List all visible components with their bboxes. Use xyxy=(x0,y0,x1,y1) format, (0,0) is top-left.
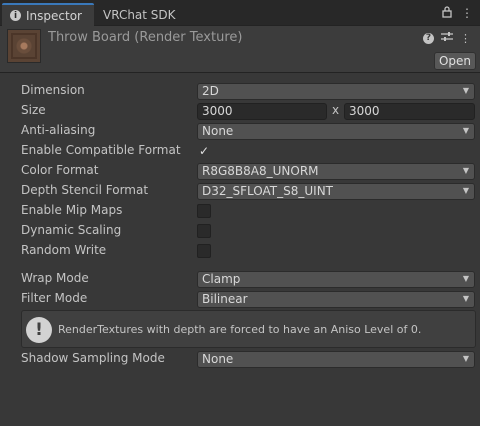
filter-mode-row: Filter Mode Bilinear xyxy=(21,290,476,308)
size-height-input[interactable]: 3000 xyxy=(344,102,475,120)
inspector-header: Throw Board (Render Texture) ? ⋮ Open xyxy=(0,26,480,73)
dimension-label: Dimension xyxy=(21,83,85,97)
depth-stencil-row: Depth Stencil Format D32_SFLOAT_S8_UINT xyxy=(21,182,476,200)
mip-maps-row: Enable Mip Maps xyxy=(21,202,476,220)
more-icon[interactable]: ⋮ xyxy=(460,32,471,45)
settings-sliders-icon[interactable] xyxy=(441,31,453,45)
tab-vrchat-sdk[interactable]: VRChat SDK xyxy=(103,3,176,26)
dynamic-scaling-row: Dynamic Scaling xyxy=(21,222,476,240)
shadow-sampling-label: Shadow Sampling Mode xyxy=(21,351,165,365)
warning-icon: ! xyxy=(26,317,52,343)
asset-title: Throw Board (Render Texture) xyxy=(48,30,243,45)
tab-vrchat-sdk-label: VRChat SDK xyxy=(103,7,176,22)
help-icon[interactable]: ? xyxy=(423,32,434,44)
dynamic-scaling-checkbox[interactable] xyxy=(197,224,211,238)
texture-thumbnail xyxy=(7,29,41,63)
compatible-format-checkbox[interactable]: ✓ xyxy=(197,144,211,158)
random-write-checkbox[interactable] xyxy=(197,244,211,258)
tab-inspector[interactable]: i Inspector xyxy=(2,3,94,26)
shadow-sampling-row: Shadow Sampling Mode None xyxy=(21,350,476,368)
tab-inspector-label: Inspector xyxy=(26,8,82,23)
wrap-mode-dropdown[interactable]: Clamp xyxy=(197,270,475,288)
anti-aliasing-row: Anti-aliasing None xyxy=(21,122,476,140)
dynamic-scaling-label: Dynamic Scaling xyxy=(21,223,122,237)
color-format-label: Color Format xyxy=(21,163,99,177)
mip-maps-label: Enable Mip Maps xyxy=(21,203,123,217)
mip-maps-checkbox[interactable] xyxy=(197,204,211,218)
shadow-sampling-dropdown[interactable]: None xyxy=(197,350,475,368)
depth-stencil-label: Depth Stencil Format xyxy=(21,183,149,197)
anti-aliasing-dropdown[interactable]: None xyxy=(197,122,475,140)
color-format-row: Color Format R8G8B8A8_UNORM xyxy=(21,162,476,180)
dimension-dropdown[interactable]: 2D xyxy=(197,82,475,100)
inspector-body: Dimension 2D Size 3000 x 3000 Anti-alias… xyxy=(0,74,480,426)
info-icon: i xyxy=(10,10,21,21)
filter-mode-label: Filter Mode xyxy=(21,291,88,305)
compatible-format-row: Enable Compatible Format ✓ xyxy=(21,142,476,160)
wrap-mode-label: Wrap Mode xyxy=(21,271,89,285)
checkmark-icon: ✓ xyxy=(198,144,210,158)
size-row: Size 3000 x 3000 xyxy=(21,102,476,120)
depth-stencil-dropdown[interactable]: D32_SFLOAT_S8_UINT xyxy=(197,182,475,200)
random-write-row: Random Write xyxy=(21,242,476,260)
wrap-mode-row: Wrap Mode Clamp xyxy=(21,270,476,288)
anti-aliasing-label: Anti-aliasing xyxy=(21,123,96,137)
size-label: Size xyxy=(21,103,46,117)
lock-icon[interactable] xyxy=(442,6,452,21)
compatible-format-label: Enable Compatible Format xyxy=(21,143,181,157)
color-format-dropdown[interactable]: R8G8B8A8_UNORM xyxy=(197,162,475,180)
random-write-label: Random Write xyxy=(21,243,107,257)
size-x-label: x xyxy=(332,103,340,117)
filter-mode-dropdown[interactable]: Bilinear xyxy=(197,290,475,308)
dimension-row: Dimension 2D xyxy=(21,82,476,100)
tab-bar: i Inspector VRChat SDK ⋮ xyxy=(0,0,480,26)
more-icon[interactable]: ⋮ xyxy=(461,6,473,21)
size-width-input[interactable]: 3000 xyxy=(197,102,327,120)
help-text: RenderTextures with depth are forced to … xyxy=(58,323,422,336)
help-box: ! RenderTextures with depth are forced t… xyxy=(21,310,476,348)
open-button[interactable]: Open xyxy=(434,52,476,70)
